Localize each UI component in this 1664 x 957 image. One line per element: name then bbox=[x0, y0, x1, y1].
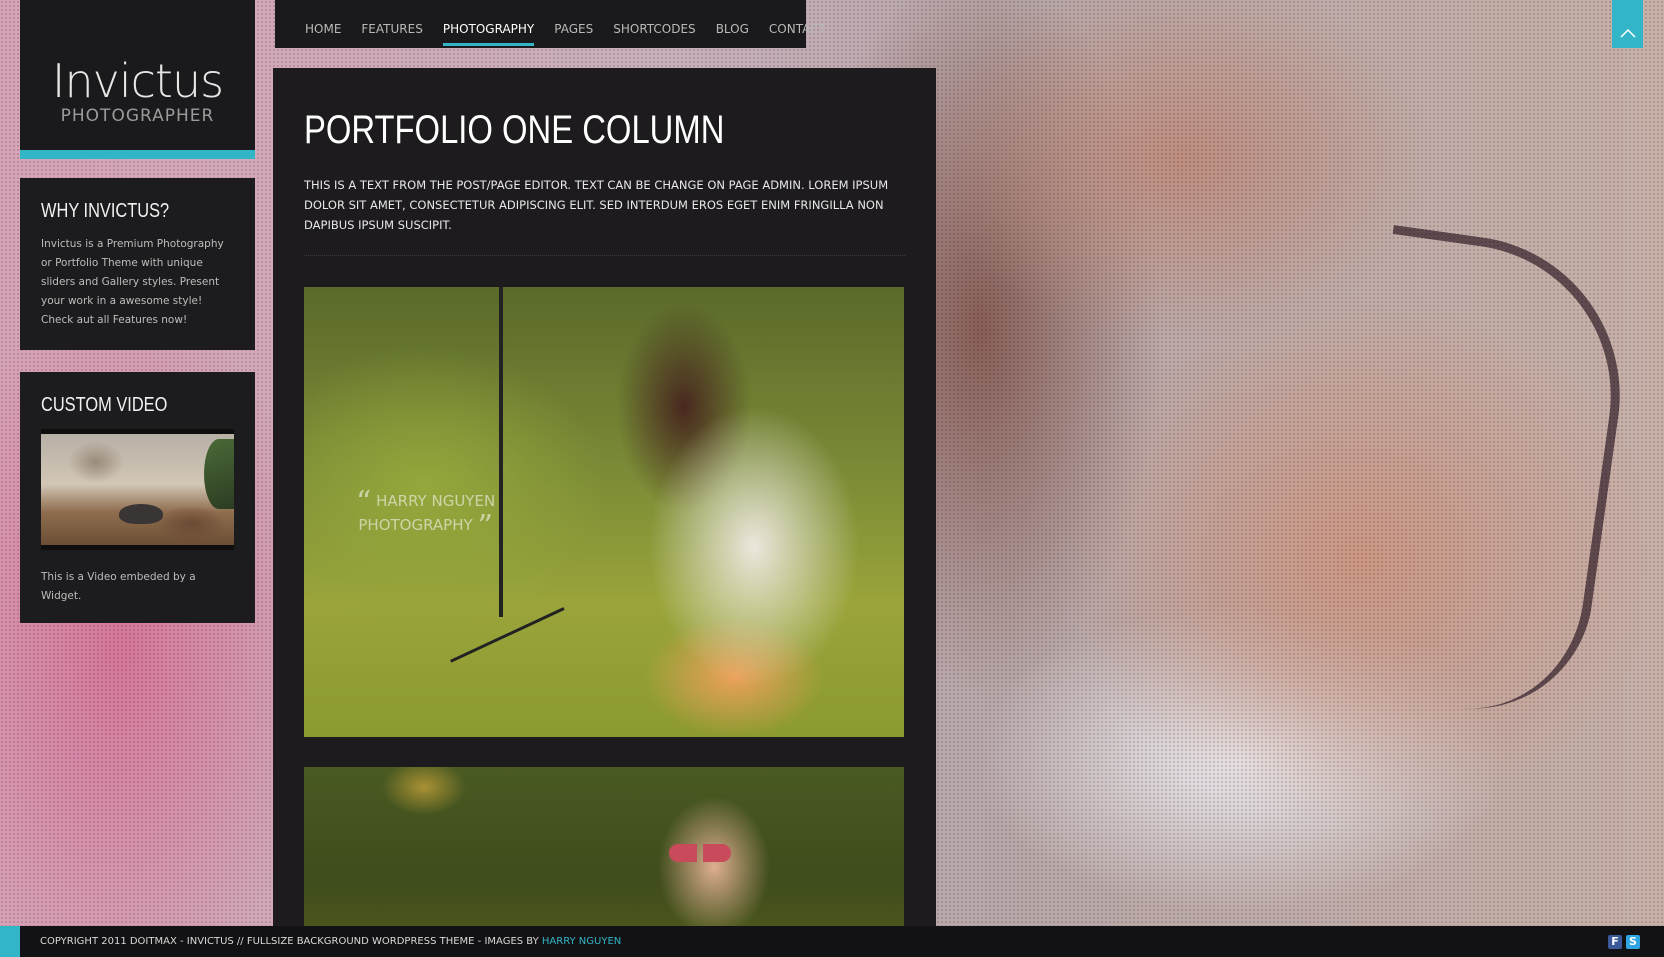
scroll-to-top-button[interactable] bbox=[1612, 0, 1643, 48]
quote-close-icon: ” bbox=[477, 509, 493, 544]
video-thumb-palm bbox=[204, 439, 234, 509]
footer-copyright: COPYRIGHT 2011 DOITMAX - INVICTUS // FUL… bbox=[40, 936, 539, 947]
chevron-up-icon bbox=[1619, 28, 1636, 38]
quote-open-icon: “ bbox=[356, 485, 372, 520]
nav-item-blog[interactable]: BLOG bbox=[706, 0, 759, 48]
video-thumb-creature bbox=[119, 504, 163, 524]
photo-sunglasses bbox=[669, 844, 731, 862]
main-navigation: HOME FEATURES PHOTOGRAPHY PAGES SHORTCOD… bbox=[275, 0, 826, 48]
site-logo[interactable]: Invictus PHOTOGRAPHER bbox=[20, 0, 255, 159]
facebook-icon[interactable]: f bbox=[1608, 935, 1622, 949]
social-links: f S bbox=[1608, 935, 1640, 949]
page-title: PORTFOLIO ONE COLUMN bbox=[304, 108, 725, 152]
main-content: PORTFOLIO ONE COLUMN THIS IS A TEXT FROM… bbox=[273, 68, 936, 930]
video-caption: This is a Video embeded by a Widget. bbox=[41, 571, 196, 602]
skype-icon[interactable]: S bbox=[1626, 935, 1640, 949]
widget-title: WHY INVICTUS? bbox=[41, 200, 170, 222]
nav-item-contact[interactable]: CONTACT bbox=[759, 0, 836, 48]
nav-item-features[interactable]: FEATURES bbox=[351, 0, 432, 48]
footer-credit-link[interactable]: HARRY NGUYEN bbox=[542, 936, 621, 947]
page-intro-text: THIS IS A TEXT FROM THE POST/PAGE EDITOR… bbox=[304, 175, 905, 256]
watermark-line1: HARRY NGUYEN bbox=[376, 492, 496, 510]
custom-video-widget: CUSTOM VIDEO This is a Video embeded by … bbox=[20, 372, 255, 623]
site-footer: COPYRIGHT 2011 DOITMAX - INVICTUS // FUL… bbox=[0, 926, 1664, 957]
nav-item-shortcodes[interactable]: SHORTCODES bbox=[603, 0, 705, 48]
portfolio-image[interactable]: “ HARRY NGUYEN PHOTOGRAPHY ” bbox=[304, 287, 904, 737]
footer-accent-edge bbox=[0, 926, 20, 957]
nav-item-pages[interactable]: PAGES bbox=[544, 0, 603, 48]
logo-name: Invictus bbox=[51, 54, 224, 108]
widget-title: CUSTOM VIDEO bbox=[41, 394, 168, 416]
video-player[interactable] bbox=[41, 429, 234, 550]
nav-item-photography[interactable]: PHOTOGRAPHY bbox=[433, 0, 544, 48]
portfolio-image[interactable] bbox=[304, 767, 904, 930]
widget-text: Invictus is a Premium Photography or Por… bbox=[41, 238, 224, 326]
photo-tripod bbox=[499, 287, 503, 617]
watermark-line2: PHOTOGRAPHY bbox=[358, 516, 473, 534]
nav-item-home[interactable]: HOME bbox=[295, 0, 351, 48]
photo-watermark: “ HARRY NGUYEN PHOTOGRAPHY ” bbox=[356, 488, 496, 542]
why-invictus-widget: WHY INVICTUS? Invictus is a Premium Phot… bbox=[20, 178, 255, 350]
logo-tagline: PHOTOGRAPHER bbox=[60, 106, 215, 126]
